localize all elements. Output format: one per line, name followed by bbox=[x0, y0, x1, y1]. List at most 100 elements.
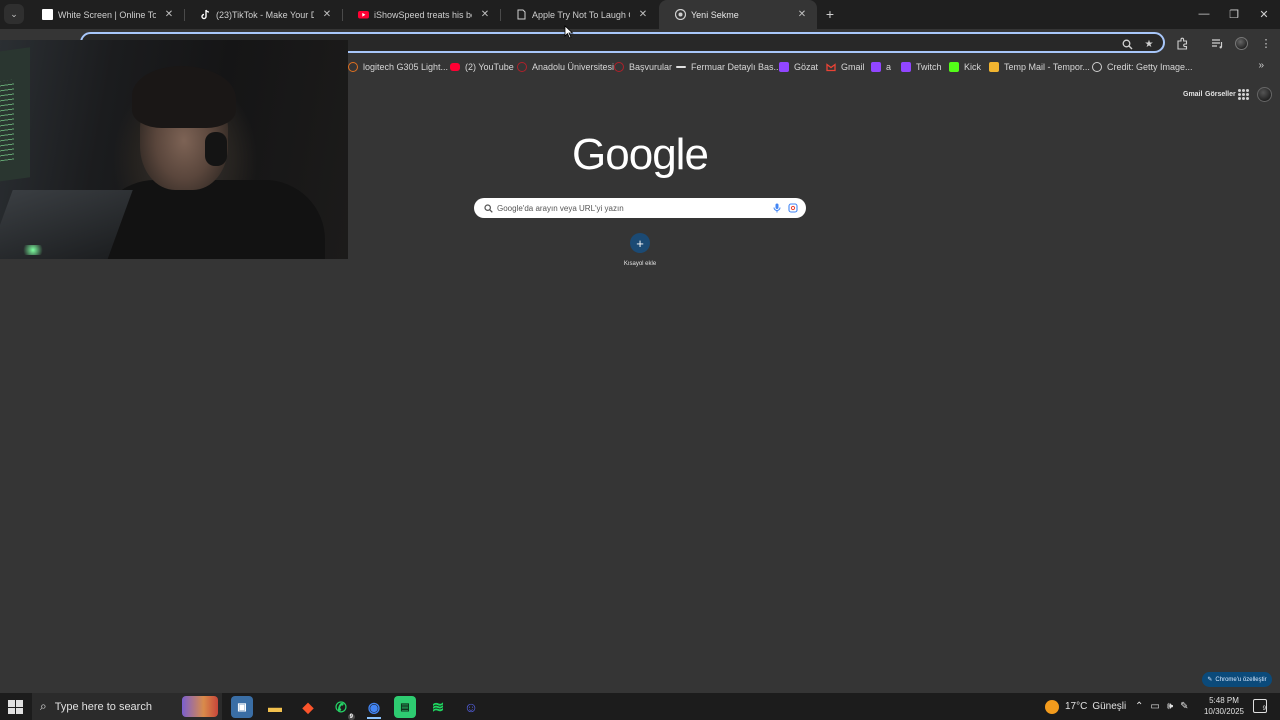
bookmark-kick[interactable]: Kick bbox=[949, 60, 981, 74]
store-app-icon[interactable]: ▣ bbox=[231, 696, 253, 718]
tab-ishowspeed[interactable]: iShowSpeed treats his bodygua ✕ bbox=[342, 0, 500, 29]
images-link[interactable]: Görseller bbox=[1205, 91, 1236, 98]
close-icon[interactable]: ✕ bbox=[162, 8, 176, 22]
system-tray: ⌃ ▭ 🕪 ✎ bbox=[1135, 693, 1189, 720]
bluestacks-icon[interactable]: ▤ bbox=[394, 696, 416, 718]
tab-title: White Screen | Online Tool bbox=[58, 9, 156, 20]
tab-yeni-sekme[interactable]: Yeni Sekme ✕ bbox=[659, 0, 817, 29]
file-explorer-icon[interactable]: ▬ bbox=[264, 696, 286, 718]
active-app-indicator bbox=[367, 717, 381, 719]
close-icon[interactable]: ✕ bbox=[320, 8, 334, 22]
tab-search-chevron-icon[interactable]: ⌄ bbox=[4, 4, 24, 24]
twitch-icon bbox=[871, 62, 881, 72]
close-icon[interactable]: ✕ bbox=[636, 8, 650, 22]
bookmark-logitech[interactable]: logitech G305 Light... bbox=[348, 60, 448, 74]
webcam-overlay bbox=[0, 40, 348, 259]
window-close-icon[interactable]: ✕ bbox=[1253, 4, 1275, 24]
google-lens-icon[interactable] bbox=[787, 202, 799, 214]
whatsapp-icon[interactable]: ✆ 9 bbox=[330, 696, 355, 720]
shortcut-label: Kısayol ekle bbox=[623, 261, 657, 267]
taskbar-search-box[interactable]: ⌕ Type here to search bbox=[32, 693, 222, 720]
pen-icon[interactable]: ✎ bbox=[1180, 701, 1188, 712]
tab-apple-gif[interactable]: Apple Try Not To Laugh GIF - Fi ✕ bbox=[500, 0, 658, 29]
bookmark-star-icon[interactable]: ★ bbox=[1142, 37, 1156, 51]
gmail-link[interactable]: Gmail bbox=[1183, 91, 1202, 98]
new-tab-button[interactable]: + bbox=[821, 5, 839, 23]
bookmark-twitch[interactable]: Twitch bbox=[901, 60, 942, 74]
bookmark-label: a bbox=[886, 62, 892, 72]
bookmark-a[interactable]: a bbox=[871, 60, 891, 74]
tab-title: iShowSpeed treats his bodygua bbox=[374, 9, 472, 20]
search-highlight-image bbox=[182, 696, 218, 717]
mail-icon bbox=[989, 62, 999, 72]
bookmark-label: Twitch bbox=[916, 62, 942, 72]
bookmark-label: Gmail bbox=[841, 62, 865, 72]
spotify-icon[interactable]: ≋ bbox=[427, 696, 449, 718]
bookmark-label: Gözat bbox=[794, 62, 819, 72]
bookmark-fermuar[interactable]: Fermuar Detaylı Bas... bbox=[676, 60, 781, 74]
bookmark-youtube[interactable]: (2) YouTube bbox=[450, 60, 514, 74]
clock-time: 5:48 PM bbox=[1209, 696, 1239, 705]
tab-title: Apple Try Not To Laugh GIF - Fi bbox=[532, 9, 630, 20]
bookmark-label: (2) YouTube bbox=[465, 62, 514, 72]
add-shortcut-tile[interactable]: + Kısayol ekle bbox=[610, 233, 670, 273]
bookmark-label: Anadolu Üniversitesi bbox=[532, 62, 615, 72]
discord-icon[interactable]: ☺ bbox=[460, 696, 482, 718]
microphone-icon[interactable] bbox=[771, 202, 783, 214]
dash-icon bbox=[676, 66, 686, 68]
twitch-icon bbox=[779, 62, 789, 72]
twitch-icon bbox=[901, 62, 911, 72]
white-square-icon bbox=[42, 9, 53, 20]
chevron-up-icon[interactable]: ⌃ bbox=[1135, 701, 1143, 712]
media-control-icon[interactable] bbox=[1209, 35, 1225, 51]
network-icon[interactable]: ▭ bbox=[1150, 701, 1159, 712]
search-icon: ⌕ bbox=[40, 699, 47, 713]
minimize-icon[interactable]: — bbox=[1193, 4, 1215, 24]
speaker-icon[interactable]: 🕪 bbox=[1167, 701, 1173, 712]
close-icon[interactable]: ✕ bbox=[478, 8, 492, 22]
tiktok-icon bbox=[200, 9, 211, 20]
whatsapp-badge: 9 bbox=[347, 714, 355, 720]
google-apps-icon[interactable] bbox=[1238, 89, 1249, 100]
tab-white-screen[interactable]: White Screen | Online Tool ✕ bbox=[26, 0, 184, 29]
close-icon[interactable]: ✕ bbox=[795, 8, 809, 22]
youtube-icon bbox=[358, 9, 369, 20]
screen: ⌄ White Screen | Online Tool ✕ (23)TikTo… bbox=[0, 0, 1280, 720]
bookmarks-more-button[interactable]: » bbox=[1258, 60, 1264, 71]
mouse-cursor-icon bbox=[564, 25, 574, 39]
pencil-icon: ✎ bbox=[1207, 677, 1213, 683]
customize-chrome-button[interactable]: ✎ Chrome'u özelleştir bbox=[1202, 672, 1272, 687]
tab-strip: ⌄ White Screen | Online Tool ✕ (23)TikTo… bbox=[0, 0, 1280, 29]
weather-widget[interactable]: 17°C Güneşli bbox=[1045, 693, 1126, 720]
notification-center-icon[interactable]: 9 bbox=[1253, 699, 1267, 713]
extensions-icon[interactable] bbox=[1174, 35, 1190, 51]
taskbar-clock[interactable]: 5:48 PM 10/30/2025 bbox=[1200, 695, 1248, 717]
tab-title: (23)TikTok - Make Your Day bbox=[216, 9, 314, 20]
zoom-search-icon[interactable] bbox=[1120, 37, 1134, 51]
ntp-search-box[interactable] bbox=[474, 198, 806, 218]
weather-temperature: 17°C bbox=[1065, 701, 1088, 712]
bookmark-gmail[interactable]: Gmail bbox=[826, 60, 865, 74]
bookmark-label: Temp Mail - Tempor... bbox=[1004, 62, 1090, 72]
ntp-search-input[interactable] bbox=[497, 201, 757, 215]
headset-icon bbox=[205, 132, 227, 166]
bookmark-label: Başvurular bbox=[629, 62, 673, 72]
bookmark-anadolu[interactable]: Anadolu Üniversitesi bbox=[517, 60, 614, 74]
webcam-rgb-glow bbox=[20, 245, 46, 255]
bookmark-temp-mail[interactable]: Temp Mail - Tempor... bbox=[989, 60, 1090, 74]
chrome-icon[interactable]: ◉ bbox=[363, 696, 385, 718]
menu-kebab-icon[interactable]: ⋮ bbox=[1258, 35, 1274, 51]
bookmark-gozat[interactable]: Gözat bbox=[779, 60, 818, 74]
bookmark-basvurular[interactable]: Başvurular bbox=[614, 60, 672, 74]
restore-icon[interactable]: ❐ bbox=[1223, 4, 1245, 24]
bookmark-getty[interactable]: Credit: Getty Image... bbox=[1092, 60, 1193, 74]
brave-icon[interactable]: ◆ bbox=[297, 696, 319, 718]
windows-start-icon[interactable] bbox=[6, 698, 24, 716]
account-avatar[interactable] bbox=[1257, 87, 1272, 102]
profile-avatar[interactable] bbox=[1233, 35, 1249, 51]
customize-label: Chrome'u özelleştir bbox=[1215, 676, 1267, 683]
tab-tiktok[interactable]: (23)TikTok - Make Your Day ✕ bbox=[184, 0, 342, 29]
logitech-icon bbox=[348, 62, 358, 72]
chrome-icon bbox=[674, 8, 687, 21]
notification-count: 9 bbox=[1262, 706, 1266, 712]
